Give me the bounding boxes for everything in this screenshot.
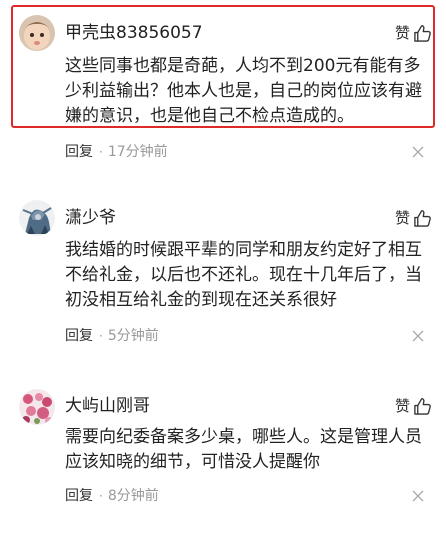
avatar[interactable] xyxy=(19,200,55,236)
avatar[interactable] xyxy=(19,389,55,425)
avatar[interactable] xyxy=(19,15,55,51)
thumbs-up-icon xyxy=(413,397,432,416)
thumbs-up-icon xyxy=(413,24,432,43)
like-button[interactable]: 赞 xyxy=(395,396,432,416)
like-label: 赞 xyxy=(394,397,410,415)
username[interactable]: 大屿山刚哥 xyxy=(65,396,150,416)
like-button[interactable]: 赞 xyxy=(395,23,432,43)
timestamp: 5分钟前 xyxy=(107,328,159,344)
username[interactable]: 潇少爷 xyxy=(65,208,116,228)
username[interactable]: 甲壳虫83856057 xyxy=(65,23,203,43)
timestamp: 17分钟前 xyxy=(107,144,168,160)
comment-text: 这些同事也都是奇葩，人均不到200元有能有多少利益输出？他本人也是，自己的岗位应… xyxy=(65,56,422,126)
comment-meta: 回复 · 8分钟前 xyxy=(65,487,159,505)
close-icon[interactable] xyxy=(412,490,424,502)
comment-meta: 回复 · 5分钟前 xyxy=(65,327,159,345)
like-label: 赞 xyxy=(394,209,410,227)
reply-button[interactable]: 回复 xyxy=(65,487,93,505)
reply-button[interactable]: 回复 xyxy=(65,327,93,345)
comment-text: 我结婚的时候跟平辈的同学和朋友约定好了相互不给礼金，以后也不还礼。现在十几年后了… xyxy=(65,240,422,310)
thumbs-up-icon xyxy=(413,209,432,228)
like-label: 赞 xyxy=(394,24,410,42)
comment-text: 需要向纪委备案多少桌，哪些人。这是管理人员应该知晓的细节，可惜没人提醒你 xyxy=(65,427,422,472)
reply-button[interactable]: 回复 xyxy=(65,143,93,161)
comment-item-1: 甲壳虫83856057 赞 这些同事也都是奇葩，人均不到200元有能有多少利益输… xyxy=(0,0,446,170)
timestamp: 8分钟前 xyxy=(107,488,159,504)
comment-meta: 回复 · 17分钟前 xyxy=(65,143,168,161)
close-icon[interactable] xyxy=(412,146,424,158)
like-button[interactable]: 赞 xyxy=(395,208,432,228)
separator-dot: · xyxy=(99,145,103,159)
separator-dot: · xyxy=(99,329,103,343)
separator-dot: · xyxy=(99,489,103,503)
close-icon[interactable] xyxy=(412,330,424,342)
